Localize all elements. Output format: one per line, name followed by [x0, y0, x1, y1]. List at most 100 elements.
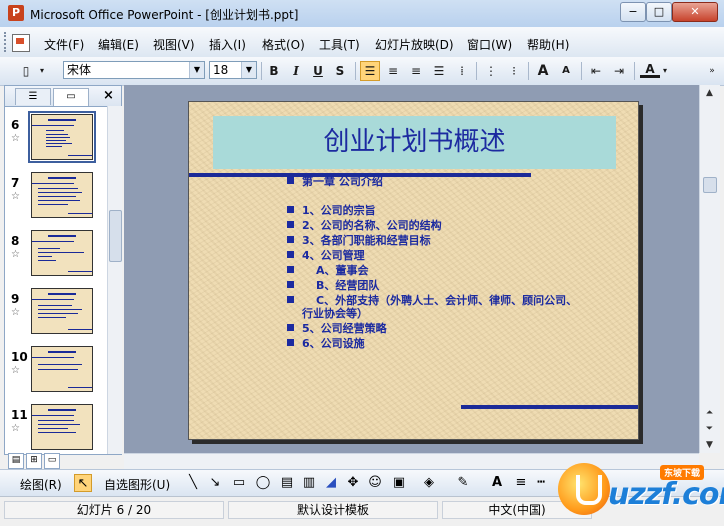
slide-thumbnail-7[interactable] — [31, 172, 93, 218]
flame-logo-icon — [558, 463, 610, 515]
increase-indent-icon[interactable]: ⇥ — [609, 61, 629, 81]
document-icon[interactable] — [12, 34, 30, 52]
clipart-icon[interactable]: ☺ — [366, 474, 384, 492]
slide-sorter-icon[interactable]: ⊞ — [26, 453, 42, 469]
slide-thumbnail-8[interactable] — [31, 230, 93, 276]
font-name-select[interactable]: 宋体 ▼ — [63, 61, 205, 79]
diagram-icon[interactable]: ✥ — [344, 474, 362, 492]
shadow-button[interactable]: S — [330, 61, 350, 81]
textbox-icon[interactable]: ▤ — [278, 474, 296, 492]
fill-color-icon[interactable]: ◈ — [420, 474, 438, 492]
underline-button[interactable]: U — [308, 61, 328, 81]
select-pointer-icon[interactable]: ↖ — [74, 474, 92, 492]
slideshow-icon[interactable]: ▭ — [44, 453, 60, 469]
toolbar-more-icon[interactable]: » — [706, 61, 718, 81]
align-left-button[interactable]: ☰ — [360, 61, 380, 81]
panel-scrollbar[interactable] — [107, 106, 122, 454]
design-template: 默认设计模板 — [228, 501, 438, 519]
slide-thumbnail-6[interactable] — [28, 111, 96, 163]
wordart-icon[interactable]: ◢ — [322, 474, 340, 492]
current-slide[interactable]: 创业计划书概述 第一章 公司介绍 1、公司的宗旨 2、公司的名称、公司的结构 3… — [188, 101, 639, 440]
menu-help[interactable]: 帮助(H) — [527, 36, 569, 53]
numbering-button[interactable]: ⋮ — [481, 61, 501, 81]
slide-editing-area: 创业计划书概述 第一章 公司介绍 1、公司的宗旨 2、公司的名称、公司的结构 3… — [124, 85, 699, 453]
slide-number: 7 — [11, 176, 20, 190]
line-color-icon[interactable]: ✎ — [454, 474, 472, 492]
tab-outline[interactable]: ☰ — [15, 88, 51, 105]
chevron-down-icon[interactable]: ▼ — [189, 62, 204, 78]
distribute-icon[interactable]: ⁞ — [452, 61, 472, 81]
animation-star-icon: ☆ — [11, 307, 20, 318]
view-switcher: ▤ ⊞ ▭ — [4, 453, 124, 469]
close-button[interactable]: ✕ — [672, 2, 718, 22]
new-document-icon[interactable]: ▯ — [16, 61, 36, 81]
bullet-item: A、董事会 — [287, 264, 369, 278]
italic-button[interactable]: I — [286, 61, 306, 81]
tab-slides[interactable]: ▭ — [53, 88, 89, 106]
increase-font-button[interactable]: A — [533, 61, 553, 81]
slide-number: 10 — [11, 350, 28, 364]
logo-tag: 东坡下载 — [660, 465, 705, 480]
toolbar-grip-icon[interactable] — [4, 32, 9, 52]
scroll-up-icon[interactable]: ▲ — [700, 85, 719, 101]
slide-thumbnail-10[interactable] — [31, 346, 93, 392]
powerpoint-app-icon[interactable]: P — [8, 5, 24, 21]
align-center-button[interactable]: ≡ — [383, 61, 403, 81]
bold-button[interactable]: B — [264, 61, 284, 81]
slide-thumbnail-11[interactable] — [31, 404, 93, 450]
chevron-down-icon[interactable]: ▼ — [241, 62, 256, 78]
bullets-button[interactable]: ⁝ — [504, 61, 524, 81]
close-icon[interactable]: × — [103, 88, 114, 103]
maximize-button[interactable]: □ — [646, 2, 672, 22]
menu-window[interactable]: 窗口(W) — [467, 36, 512, 53]
scroll-thumb[interactable] — [109, 210, 122, 262]
autoshapes-button[interactable]: 自选图形(U) — [104, 476, 170, 493]
rectangle-icon[interactable]: ▭ — [230, 474, 248, 492]
minimize-button[interactable]: − — [620, 2, 646, 22]
slide-number: 9 — [11, 292, 20, 306]
toolbar-options-icon[interactable]: ▾ — [36, 61, 48, 81]
menu-slideshow[interactable]: 幻灯片放映(D) — [375, 36, 454, 53]
next-slide-icon[interactable]: ⏷ — [700, 421, 719, 437]
animation-star-icon: ☆ — [11, 249, 20, 260]
animation-star-icon: ☆ — [11, 191, 20, 202]
font-name-value: 宋体 — [67, 63, 92, 77]
font-color-button[interactable]: A — [640, 61, 660, 78]
menu-bar: 文件(F) 编辑(E) 视图(V) 插入(I) 格式(O) 工具(T) 幻灯片放… — [0, 27, 724, 58]
slide-thumbnail-9[interactable] — [31, 288, 93, 334]
line-style-icon[interactable]: ≡ — [512, 474, 530, 492]
decrease-indent-icon[interactable]: ⇤ — [586, 61, 606, 81]
chevron-down-icon[interactable]: ▾ — [660, 61, 670, 81]
scroll-down-icon[interactable]: ▼ — [700, 437, 719, 453]
menu-file[interactable]: 文件(F) — [44, 36, 84, 53]
dash-style-icon[interactable]: ┅ — [532, 474, 550, 492]
window-title: Microsoft Office PowerPoint - [创业计划书.ppt… — [30, 8, 299, 22]
menu-view[interactable]: 视图(V) — [153, 36, 195, 53]
main-vertical-scrollbar[interactable]: ▲ ⏶ ⏷ ▼ — [699, 85, 720, 453]
slide-counter: 幻灯片 6 / 20 — [4, 501, 224, 519]
justify-button[interactable]: ☰ — [429, 61, 449, 81]
normal-view-icon[interactable]: ▤ — [8, 453, 24, 469]
font-size-select[interactable]: 18 ▼ — [209, 61, 257, 79]
picture-icon[interactable]: ▣ — [390, 474, 408, 492]
oval-icon[interactable]: ◯ — [254, 474, 272, 492]
menu-tools[interactable]: 工具(T) — [319, 36, 360, 53]
menu-edit[interactable]: 编辑(E) — [98, 36, 139, 53]
line-icon[interactable]: ╲ — [184, 474, 202, 492]
previous-slide-icon[interactable]: ⏶ — [700, 405, 719, 421]
align-right-button[interactable]: ≡ — [406, 61, 426, 81]
decrease-font-button[interactable]: A — [556, 61, 576, 81]
scroll-thumb[interactable] — [703, 177, 717, 193]
bullet-item: 3、各部门职能和经营目标 — [287, 234, 431, 248]
draw-menu-button[interactable]: 绘图(R) — [20, 476, 62, 493]
animation-star-icon: ☆ — [11, 133, 20, 144]
font-size-value: 18 — [213, 63, 229, 77]
arrow-icon[interactable]: ↘ — [206, 474, 224, 492]
title-placeholder[interactable]: 创业计划书概述 — [213, 116, 616, 169]
menu-insert[interactable]: 插入(I) — [209, 36, 246, 53]
font-color-icon[interactable]: A — [488, 474, 506, 492]
bullet-item: 6、公司设施 — [287, 337, 365, 351]
vertical-textbox-icon[interactable]: ▥ — [300, 474, 318, 492]
menu-format[interactable]: 格式(O) — [262, 36, 305, 53]
bullet-item: 1、公司的宗旨 — [287, 204, 376, 218]
